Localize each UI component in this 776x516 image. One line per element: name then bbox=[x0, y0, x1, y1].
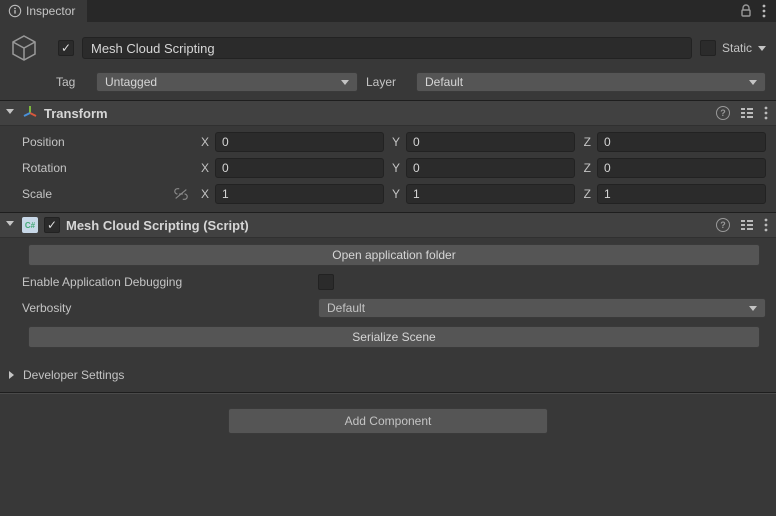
foldout-icon bbox=[9, 371, 14, 379]
static-label: Static bbox=[722, 41, 752, 55]
transform-body: Position X Y Z Rotation X Y Z Scale bbox=[0, 126, 776, 212]
tag-value: Untagged bbox=[105, 75, 157, 89]
info-icon bbox=[8, 4, 22, 18]
static-checkbox[interactable] bbox=[700, 40, 716, 56]
verbosity-row: Verbosity Default bbox=[22, 298, 766, 318]
inspector-tab-label: Inspector bbox=[26, 4, 75, 18]
kebab-icon[interactable] bbox=[764, 106, 768, 120]
developer-settings-label: Developer Settings bbox=[23, 368, 124, 382]
position-x-input[interactable] bbox=[215, 132, 384, 152]
chevron-down-icon bbox=[749, 306, 757, 311]
position-label: Position bbox=[22, 135, 175, 149]
scale-row: Scale X Y Z bbox=[22, 184, 766, 204]
rotation-x-input[interactable] bbox=[215, 158, 384, 178]
script-title: Mesh Cloud Scripting (Script) bbox=[66, 218, 710, 233]
name-input[interactable] bbox=[82, 37, 692, 59]
lock-icon[interactable] bbox=[740, 4, 752, 18]
rotation-z-input[interactable] bbox=[597, 158, 766, 178]
developer-settings-foldout[interactable]: Developer Settings bbox=[0, 358, 776, 393]
layer-label: Layer bbox=[366, 75, 408, 89]
tab-bar: Inspector bbox=[0, 0, 776, 22]
scale-x-input[interactable] bbox=[215, 184, 384, 204]
script-component-header[interactable]: C# Mesh Cloud Scripting (Script) ? bbox=[0, 212, 776, 238]
chevron-down-icon bbox=[749, 80, 757, 85]
gameobject-header: Static Tag Untagged Layer Default bbox=[0, 22, 776, 100]
scale-z-input[interactable] bbox=[597, 184, 766, 204]
foldout-icon bbox=[6, 109, 14, 118]
transform-title: Transform bbox=[44, 106, 710, 121]
verbosity-label: Verbosity bbox=[22, 301, 318, 315]
preset-icon[interactable] bbox=[740, 218, 754, 232]
layer-value: Default bbox=[425, 75, 463, 89]
open-app-folder-button[interactable]: Open application folder bbox=[28, 244, 760, 266]
scale-label: Scale bbox=[22, 187, 173, 201]
add-component-button[interactable]: Add Component bbox=[228, 408, 548, 434]
help-icon[interactable]: ? bbox=[716, 218, 730, 232]
static-dropdown-icon[interactable] bbox=[758, 46, 766, 51]
verbosity-dropdown[interactable]: Default bbox=[318, 298, 766, 318]
footer: Add Component bbox=[0, 393, 776, 448]
active-checkbox[interactable] bbox=[58, 40, 74, 56]
rotation-y-input[interactable] bbox=[406, 158, 575, 178]
preset-icon[interactable] bbox=[740, 106, 754, 120]
chevron-down-icon bbox=[341, 80, 349, 85]
enable-debug-row: Enable Application Debugging bbox=[22, 274, 766, 290]
transform-header[interactable]: Transform ? bbox=[0, 100, 776, 126]
position-row: Position X Y Z bbox=[22, 132, 766, 152]
script-body: Open application folder Enable Applicati… bbox=[0, 238, 776, 358]
help-icon[interactable]: ? bbox=[716, 106, 730, 120]
transform-icon bbox=[22, 105, 38, 121]
csharp-script-icon: C# bbox=[22, 217, 38, 233]
foldout-icon bbox=[6, 221, 14, 230]
script-enable-checkbox[interactable] bbox=[44, 217, 60, 233]
tag-label: Tag bbox=[56, 75, 88, 89]
enable-debug-checkbox[interactable] bbox=[318, 274, 334, 290]
constrain-icon[interactable] bbox=[173, 187, 189, 201]
gameobject-icon[interactable] bbox=[6, 30, 42, 66]
enable-debug-label: Enable Application Debugging bbox=[22, 275, 318, 289]
position-y-input[interactable] bbox=[406, 132, 575, 152]
tag-dropdown[interactable]: Untagged bbox=[96, 72, 358, 92]
kebab-icon[interactable] bbox=[764, 218, 768, 232]
serialize-scene-button[interactable]: Serialize Scene bbox=[28, 326, 760, 348]
scale-y-input[interactable] bbox=[406, 184, 575, 204]
position-z-input[interactable] bbox=[597, 132, 766, 152]
rotation-label: Rotation bbox=[22, 161, 175, 175]
rotation-row: Rotation X Y Z bbox=[22, 158, 766, 178]
layer-dropdown[interactable]: Default bbox=[416, 72, 766, 92]
kebab-icon[interactable] bbox=[762, 4, 766, 18]
inspector-tab[interactable]: Inspector bbox=[0, 0, 88, 22]
